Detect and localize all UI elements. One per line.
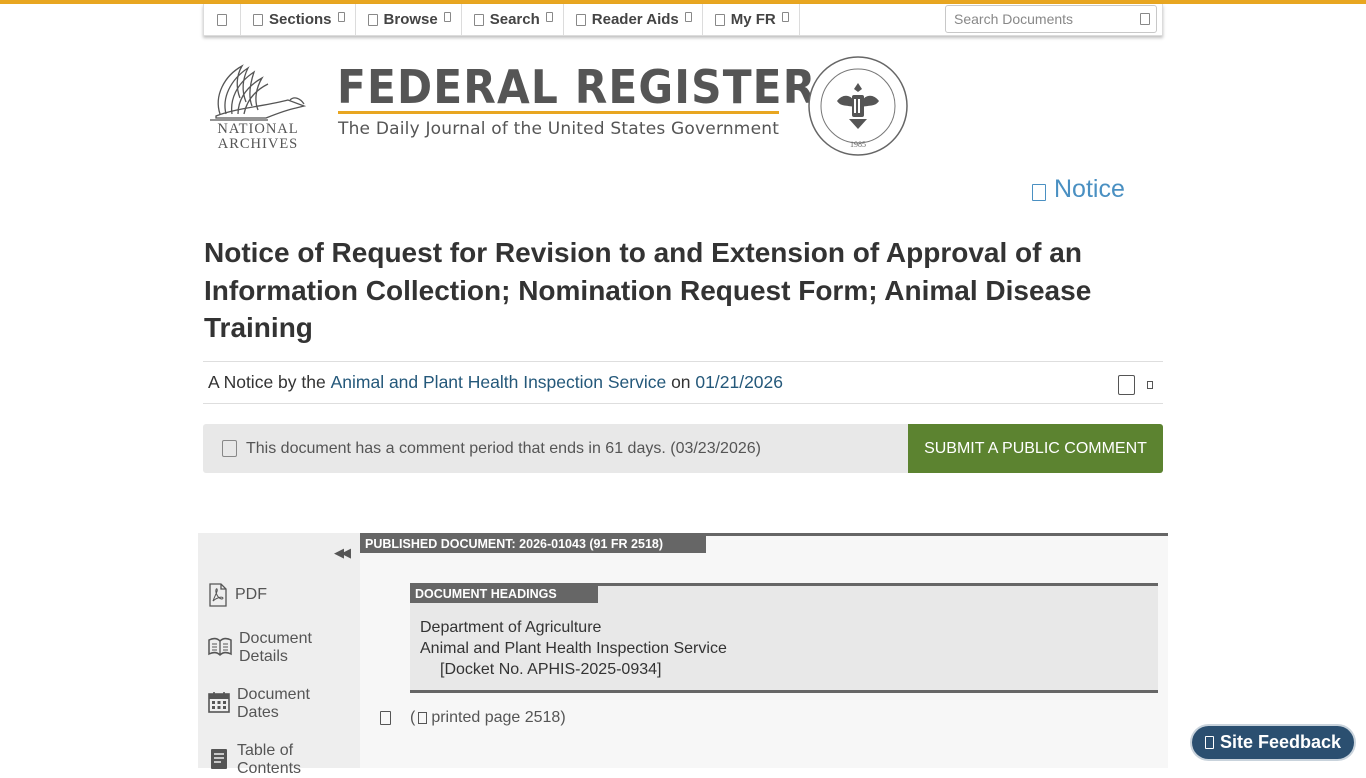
nav-search[interactable]: Search: [462, 4, 564, 35]
archives-line-1: NATIONAL: [217, 121, 299, 137]
heading-agency: Animal and Plant Health Inspection Servi…: [420, 640, 727, 657]
federal-register-subtitle: The Daily Journal of the United States G…: [338, 119, 780, 139]
title-underline: [338, 111, 779, 114]
federal-register-title[interactable]: FEDERAL REGISTER: [337, 60, 816, 114]
archives-line-2: ARCHIVES: [217, 136, 299, 152]
publication-date-link[interactable]: 01/21/2026: [695, 372, 783, 393]
calendar-icon: [208, 692, 230, 713]
chevron-down-icon: [337, 11, 345, 22]
byline-prefix: A Notice by the: [208, 372, 326, 392]
printed-page-prefix: (: [410, 709, 416, 726]
collapse-sidebar-icon[interactable]: ◀◀: [334, 545, 351, 561]
site-feedback-button[interactable]: Site Feedback: [1192, 726, 1354, 759]
document-byline: A Notice by the Animal and Plant Health …: [203, 361, 1163, 404]
nav-reader-aids[interactable]: Reader Aids: [564, 4, 703, 35]
comment-period-bar: This document has a comment period that …: [203, 424, 1163, 473]
nav-sections[interactable]: Sections: [241, 4, 356, 35]
document-sidebar: ◀◀ PDF Document Details Document Dates T…: [198, 533, 360, 777]
home-icon: [217, 13, 227, 26]
nara-seal-logo[interactable]: 1985: [807, 55, 909, 157]
share-icon[interactable]: [1147, 381, 1153, 389]
document-type[interactable]: Notice: [1032, 175, 1125, 204]
pdf-icon: [209, 583, 227, 607]
heading-docket: [Docket No. APHIS-2025-0934]: [440, 661, 662, 678]
submit-public-comment-button[interactable]: SUBMIT A PUBLIC COMMENT: [908, 424, 1163, 473]
contents-icon: [211, 749, 227, 769]
chevron-down-icon: [443, 11, 451, 22]
comment-period-text: This document has a comment period that …: [246, 439, 761, 457]
site-feedback-label: Site Feedback: [1219, 732, 1342, 752]
search-icon[interactable]: [1140, 13, 1150, 25]
chevron-down-icon: [781, 11, 789, 22]
nav-reader-aids-label: Reader Aids: [591, 11, 679, 28]
page-icon[interactable]: [380, 711, 391, 725]
nav-browse-label: Browse: [383, 11, 438, 28]
sections-icon: [253, 13, 263, 26]
nav-home[interactable]: [204, 4, 241, 35]
document-content: PUBLISHED DOCUMENT: 2026-01043 (91 FR 25…: [360, 533, 1168, 768]
user-icon: [714, 13, 725, 26]
search-icon: [473, 13, 484, 26]
byline-tools: [1118, 375, 1153, 395]
main-navbar: Sections Browse Search Reader Aids My FR: [203, 4, 1163, 36]
nav-sections-label: Sections: [269, 11, 332, 28]
feedback-icon: [1204, 736, 1214, 749]
published-document-label: PUBLISHED DOCUMENT: 2026-01043 (91 FR 25…: [360, 536, 706, 553]
document-type-label: Notice: [1054, 175, 1125, 203]
nav-my-fr[interactable]: My FR: [703, 4, 800, 35]
print-icon[interactable]: [1118, 375, 1135, 395]
search-input[interactable]: [952, 10, 1140, 28]
nav-browse[interactable]: Browse: [356, 4, 462, 35]
heading-department: Department of Agriculture: [420, 619, 602, 636]
comment-icon: [222, 440, 237, 457]
sidebar-item-label: Document Details: [239, 630, 312, 665]
printed-page-label: printed page 2518): [431, 709, 566, 726]
byline-on: on: [671, 372, 691, 392]
agency-link[interactable]: Animal and Plant Health Inspection Servi…: [331, 372, 667, 393]
sidebar-item-document-details[interactable]: Document Details: [208, 630, 329, 666]
sidebar-item-label: PDF: [235, 586, 267, 603]
document-title: Notice of Request for Revision to and Ex…: [204, 237, 1092, 343]
reader-aids-icon: [575, 13, 586, 26]
chevron-down-icon: [545, 11, 553, 22]
national-archives-wordmark: NATIONAL ARCHIVES: [206, 122, 310, 152]
printed-page-marker: ( printed page 2518): [410, 709, 566, 727]
sidebar-item-label: Document Dates: [237, 686, 310, 721]
chevron-down-icon: [684, 11, 692, 22]
book-icon: [208, 637, 232, 657]
sidebar-item-table-of-contents[interactable]: Table of Contents: [208, 742, 327, 778]
sidebar-item-pdf[interactable]: PDF: [208, 583, 267, 607]
seal-year: 1985: [850, 140, 866, 149]
notice-icon: [1032, 184, 1046, 201]
sidebar-item-document-dates[interactable]: Document Dates: [208, 686, 327, 722]
sidebar-item-label: Table of Contents: [237, 742, 302, 777]
document-headings-label: DOCUMENT HEADINGS: [410, 586, 598, 603]
nav-my-fr-label: My FR: [730, 11, 776, 28]
printed-page-icon: [418, 712, 428, 724]
browse-icon: [367, 13, 378, 26]
nav-search-label: Search: [489, 11, 540, 28]
search-box: [945, 5, 1157, 33]
document-headings: DOCUMENT HEADINGS Department of Agricult…: [410, 583, 1158, 693]
